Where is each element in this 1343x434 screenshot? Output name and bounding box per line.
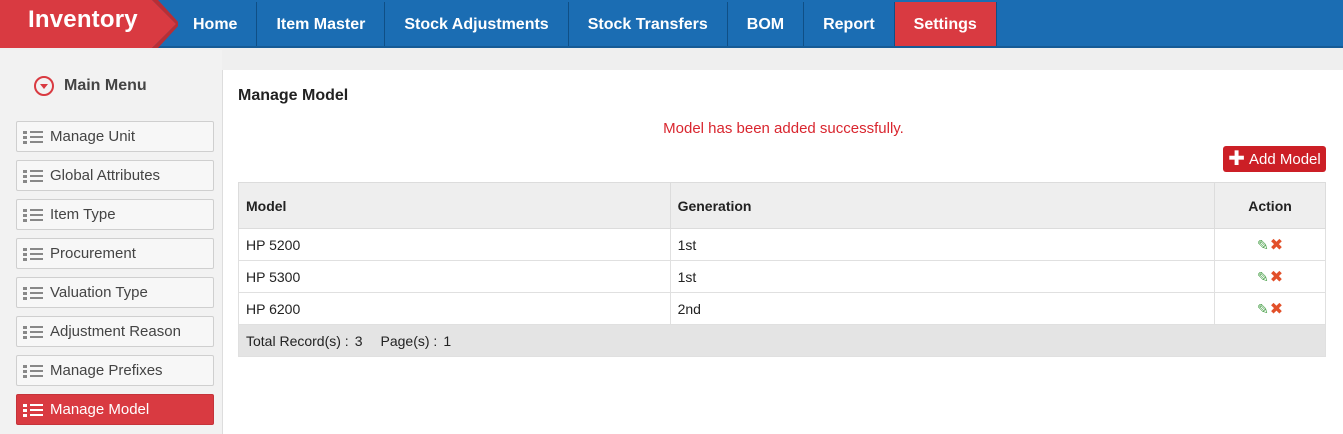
list-icon bbox=[23, 208, 43, 222]
total-records-label: Total Record(s) : bbox=[246, 332, 349, 349]
sidebar-item-label: Procurement bbox=[50, 245, 136, 262]
model-table: Model Generation Action HP 5200 1st ✎✖ H… bbox=[238, 182, 1326, 357]
model-cell: HP 5200 bbox=[238, 228, 671, 261]
column-header-model[interactable]: Model bbox=[238, 182, 671, 229]
page-title: Manage Model bbox=[238, 87, 349, 104]
nav-home[interactable]: Home bbox=[174, 2, 258, 46]
generation-cell: 1st bbox=[669, 228, 1216, 261]
main-menu-toggle[interactable]: Main Menu bbox=[34, 76, 147, 96]
column-header-action: Action bbox=[1214, 182, 1326, 229]
list-icon bbox=[23, 130, 43, 144]
nav-item-master[interactable]: Item Master bbox=[257, 2, 386, 46]
sidebar: Main Menu Manage Unit Global Attributes … bbox=[0, 50, 222, 434]
sidebar-item-procurement[interactable]: Procurement bbox=[16, 238, 214, 269]
table-header-row: Model Generation Action bbox=[238, 182, 1326, 229]
list-icon bbox=[23, 325, 43, 339]
edit-pencil-icon[interactable]: ✎ bbox=[1257, 269, 1269, 286]
nav-report[interactable]: Report bbox=[804, 2, 895, 46]
list-icon bbox=[23, 247, 43, 261]
sidebar-item-manage-model[interactable]: Manage Model bbox=[16, 394, 214, 425]
add-model-label: Add Model bbox=[1249, 150, 1321, 168]
nav-stock-transfers[interactable]: Stock Transfers bbox=[569, 2, 728, 46]
top-navigation-bar: Inventory Home Item Master Stock Adjustm… bbox=[0, 0, 1343, 48]
sidebar-item-label: Manage Unit bbox=[50, 128, 136, 145]
sidebar-item-manage-unit[interactable]: Manage Unit bbox=[16, 121, 214, 152]
sidebar-item-adjustment-reason[interactable]: Adjustment Reason bbox=[16, 316, 214, 347]
sidebar-item-label: Valuation Type bbox=[50, 284, 148, 301]
model-cell: HP 6200 bbox=[238, 292, 671, 325]
delete-x-icon[interactable]: ✖ bbox=[1270, 299, 1283, 319]
delete-x-icon[interactable]: ✖ bbox=[1270, 235, 1283, 255]
sidebar-item-global-attributes[interactable]: Global Attributes bbox=[16, 160, 214, 191]
action-cell: ✎✖ bbox=[1214, 228, 1326, 261]
total-records-value: 3 bbox=[354, 332, 363, 349]
generation-cell: 2nd bbox=[669, 292, 1216, 325]
edit-pencil-icon[interactable]: ✎ bbox=[1257, 237, 1269, 254]
chevron-down-circle-icon bbox=[34, 76, 54, 96]
action-cell: ✎✖ bbox=[1214, 292, 1326, 325]
table-row: HP 6200 2nd ✎✖ bbox=[238, 292, 1326, 325]
table-row: HP 5200 1st ✎✖ bbox=[238, 228, 1326, 261]
pagination-summary: Total Record(s) : 3 Page(s) : 1 bbox=[238, 324, 1326, 357]
generation-cell: 1st bbox=[669, 260, 1216, 293]
plus-icon: ✚ bbox=[1228, 148, 1246, 170]
main-nav: Home Item Master Stock Adjustments Stock… bbox=[174, 2, 997, 46]
sidebar-item-label: Global Attributes bbox=[50, 167, 161, 184]
brand-logo[interactable]: Inventory bbox=[0, 0, 178, 48]
sidebar-item-label: Manage Prefixes bbox=[50, 362, 163, 379]
sidebar-menu: Manage Unit Global Attributes Item Type … bbox=[16, 121, 214, 433]
nav-stock-adjustments[interactable]: Stock Adjustments bbox=[385, 2, 569, 46]
table-row: HP 5300 1st ✎✖ bbox=[238, 260, 1326, 293]
list-icon bbox=[23, 364, 43, 378]
column-header-generation[interactable]: Generation bbox=[669, 182, 1216, 229]
list-icon bbox=[23, 169, 43, 183]
list-icon bbox=[23, 403, 43, 417]
sidebar-item-label: Manage Model bbox=[50, 401, 150, 418]
main-content: Manage Model Model has been added succes… bbox=[222, 70, 1343, 434]
pages-value[interactable]: 1 bbox=[443, 333, 451, 349]
list-icon bbox=[23, 286, 43, 300]
sidebar-item-item-type[interactable]: Item Type bbox=[16, 199, 214, 230]
nav-bom[interactable]: BOM bbox=[728, 2, 805, 46]
main-menu-heading: Main Menu bbox=[64, 77, 147, 94]
table-footer-row: Total Record(s) : 3 Page(s) : 1 bbox=[238, 324, 1326, 357]
delete-x-icon[interactable]: ✖ bbox=[1270, 267, 1283, 287]
add-model-button[interactable]: ✚ Add Model bbox=[1223, 146, 1326, 172]
model-cell: HP 5300 bbox=[238, 260, 671, 293]
action-cell: ✎✖ bbox=[1214, 260, 1326, 293]
pages-label: Page(s) : bbox=[380, 332, 438, 349]
sidebar-item-label: Item Type bbox=[50, 206, 116, 223]
sidebar-item-manage-prefixes[interactable]: Manage Prefixes bbox=[16, 355, 214, 386]
nav-settings[interactable]: Settings bbox=[894, 2, 997, 46]
sidebar-item-valuation-type[interactable]: Valuation Type bbox=[16, 277, 214, 308]
sidebar-item-label: Adjustment Reason bbox=[50, 323, 181, 340]
edit-pencil-icon[interactable]: ✎ bbox=[1257, 301, 1269, 318]
brand-title: Inventory bbox=[28, 6, 138, 33]
success-message: Model has been added successfully. bbox=[663, 120, 904, 137]
